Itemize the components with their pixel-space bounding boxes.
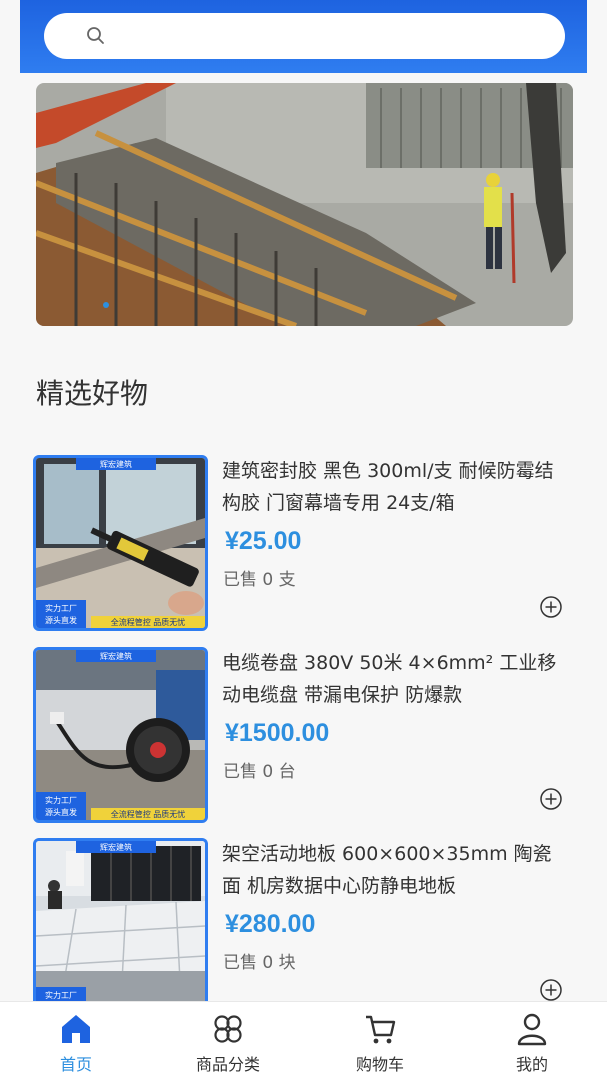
direct-label: 源头直发 — [45, 615, 77, 625]
add-to-cart-icon[interactable] — [539, 787, 563, 811]
factory-label: 实力工厂 — [45, 603, 77, 613]
tab-cart[interactable]: 购物车 — [304, 1002, 456, 1080]
product-name[interactable]: 电缆卷盘 380V 50米 4×6mm² 工业移动电缆盘 带漏电保护 防爆款 — [222, 647, 567, 711]
quality-label: 品质无忧 — [153, 809, 185, 819]
product-sold: 已售 0 台 — [223, 762, 296, 782]
tab-profile[interactable]: 我的 — [456, 1002, 607, 1080]
product-image[interactable]: 辉宏建筑 实力工厂 源头直发 全流程管控 品质无忧 — [33, 647, 208, 823]
direct-label: 源头直发 — [45, 807, 77, 817]
product-image[interactable]: 辉宏建筑 实力工厂 — [33, 838, 208, 1001]
brand-label: 辉宏建筑 — [100, 459, 132, 469]
section-title: 精选好物 — [36, 377, 149, 410]
control-label: 全流程管控 — [111, 617, 151, 627]
svg-text:全流程管控 品质无忧: 全流程管控 品质无忧 — [111, 809, 186, 819]
svg-text:全流程管控 品质无忧: 全流程管控 品质无忧 — [111, 617, 186, 627]
brand-label: 辉宏建筑 — [100, 842, 132, 852]
product-price: ¥25.00 — [225, 527, 302, 555]
factory-label: 实力工厂 — [45, 795, 77, 805]
home-icon — [62, 1015, 90, 1043]
tab-bar: 首页 商品分类 购物车 我的 — [0, 1001, 607, 1080]
product-name[interactable]: 建筑密封胶 黑色 300ml/支 耐候防霉结构胶 门窗幕墙专用 24支/箱 — [222, 455, 567, 519]
brand-label: 辉宏建筑 — [100, 651, 132, 661]
tab-cart-label: 购物车 — [355, 1055, 404, 1074]
banner-carousel[interactable] — [36, 83, 573, 326]
banner-image — [36, 83, 573, 326]
product-price: ¥1500.00 — [225, 719, 330, 747]
search-icon — [87, 27, 104, 44]
add-to-cart-icon[interactable] — [539, 595, 563, 619]
tab-home-label: 首页 — [59, 1055, 92, 1074]
quality-label: 品质无忧 — [153, 617, 185, 627]
category-icon — [214, 1015, 242, 1043]
user-icon — [517, 1013, 547, 1046]
tab-category-label: 商品分类 — [195, 1055, 260, 1074]
tab-category[interactable]: 商品分类 — [152, 1002, 304, 1080]
product-card[interactable]: 辉宏建筑 实力工厂 源头直发 全流程管控 品质无忧 建筑密封胶 黑色 300ml… — [33, 455, 573, 631]
add-to-cart-icon[interactable] — [539, 978, 563, 1002]
product-sold: 已售 0 支 — [223, 570, 296, 590]
product-price: ¥280.00 — [225, 910, 316, 938]
tab-profile-label: 我的 — [515, 1055, 548, 1074]
product-card[interactable]: 辉宏建筑 实力工厂 架空活动地板 600×600×35mm 陶瓷面 机房数据中心… — [33, 838, 573, 1014]
product-name[interactable]: 架空活动地板 600×600×35mm 陶瓷面 机房数据中心防静电地板 — [222, 838, 567, 902]
search-bar[interactable] — [44, 13, 565, 59]
product-card[interactable]: 辉宏建筑 实力工厂 源头直发 全流程管控 品质无忧 电缆卷盘 380V 50米 … — [33, 647, 573, 823]
factory-label: 实力工厂 — [45, 990, 77, 1000]
header-bar — [20, 0, 587, 73]
product-sold: 已售 0 块 — [223, 953, 296, 973]
cart-icon — [366, 1015, 396, 1044]
search-input[interactable] — [116, 21, 546, 51]
tab-home[interactable]: 首页 — [0, 1002, 152, 1080]
product-image[interactable]: 辉宏建筑 实力工厂 源头直发 全流程管控 品质无忧 — [33, 455, 208, 631]
control-label: 全流程管控 — [111, 809, 151, 819]
